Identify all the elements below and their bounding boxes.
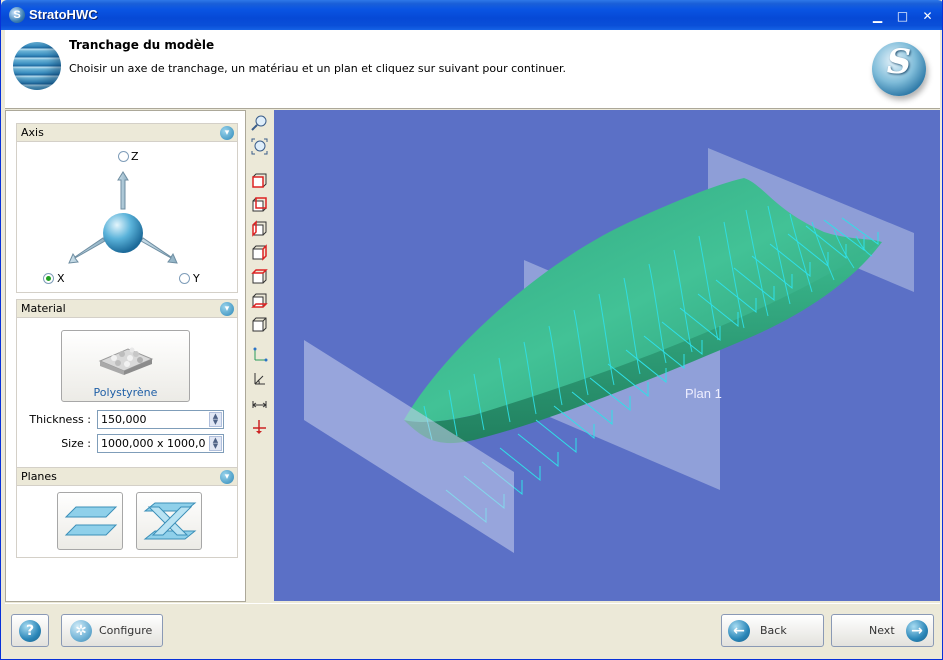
slicing-sphere-icon <box>13 42 61 90</box>
view-left-icon[interactable] <box>251 220 268 237</box>
planes-group-body <box>16 486 238 558</box>
back-button[interactable]: ← Back <box>721 614 824 647</box>
view-back-icon[interactable] <box>251 196 268 213</box>
arrow-right-icon: → <box>906 620 928 642</box>
close-button[interactable]: ✕ <box>917 6 938 27</box>
material-group-header[interactable]: Material ▾ <box>16 299 238 318</box>
material-name: Polystyrène <box>93 386 158 399</box>
zoom-fit-icon[interactable] <box>251 138 268 155</box>
hull-model <box>304 148 914 553</box>
arrow-left-icon: ← <box>728 620 750 642</box>
view-top-icon[interactable] <box>251 268 268 285</box>
page-title: Tranchage du modèle <box>69 38 215 52</box>
axis-x-radio[interactable] <box>43 273 54 284</box>
app-icon: S <box>9 7 25 23</box>
axis-y-radio[interactable] <box>179 273 190 284</box>
model-viewport[interactable]: Plan 1 <box>274 110 940 601</box>
rotate-axis-icon[interactable] <box>251 370 268 387</box>
wizard-header: Tranchage du modèle Choisir un axe de tr… <box>5 30 940 109</box>
size-label: Size : <box>61 437 91 450</box>
parallel-planes-button[interactable] <box>57 492 123 550</box>
crossed-planes-icon <box>143 502 197 540</box>
strato-logo-icon: S <box>872 42 926 96</box>
material-group-body: Polystyrène Thickness : 150,000 ▲ ▼ Size … <box>16 318 238 468</box>
thickness-stepper[interactable]: 150,000 ▲ ▼ <box>97 410 224 429</box>
planes-group-header[interactable]: Planes ▾ <box>16 467 238 486</box>
view-right-icon[interactable] <box>251 244 268 261</box>
configure-label: Configure <box>99 624 153 637</box>
logo-letter: S <box>886 42 912 82</box>
size-value: 1000,000 x 1000,0 <box>101 437 206 450</box>
spin-arrows-icon[interactable]: ▲ ▼ <box>209 436 222 451</box>
thickness-value: 150,000 <box>101 413 147 426</box>
thickness-label: Thickness : <box>29 413 91 426</box>
spin-arrows-icon[interactable]: ▲ ▼ <box>209 412 222 427</box>
configure-button[interactable]: ✲ Configure <box>61 614 163 647</box>
help-icon: ? <box>19 620 41 642</box>
view-front-icon[interactable] <box>251 172 268 189</box>
axis-y-label: Y <box>193 272 200 285</box>
maximize-button[interactable]: □ <box>892 6 913 27</box>
reset-axis-icon[interactable] <box>251 418 268 435</box>
material-button[interactable]: Polystyrène <box>61 330 190 402</box>
window-title: StratoHWC <box>29 7 98 22</box>
measure-icon[interactable] <box>251 394 268 411</box>
material-group-title: Material <box>21 302 66 315</box>
back-label: Back <box>760 624 787 637</box>
next-label: Next <box>869 624 895 637</box>
chevron-down-icon[interactable]: ▾ <box>220 470 234 484</box>
gear-icon: ✲ <box>70 620 92 642</box>
axis-icon[interactable] <box>251 346 268 363</box>
view-iso-icon[interactable] <box>251 316 268 333</box>
view-toolbar <box>246 110 273 602</box>
axis-gizmo-icon <box>68 171 178 264</box>
chevron-down-icon[interactable]: ▾ <box>220 302 234 316</box>
polystyrene-icon <box>98 347 154 375</box>
zoom-icon[interactable] <box>251 114 268 131</box>
help-button[interactable]: ? <box>11 614 49 647</box>
page-description: Choisir un axe de tranchage, un matériau… <box>69 62 566 75</box>
axis-group-title: Axis <box>21 126 44 139</box>
plane-label: Plan 1 <box>685 386 722 401</box>
options-panel: Axis ▾ Z X Y Material ▾ Polystyrène Thic… <box>5 110 246 602</box>
axis-group-header[interactable]: Axis ▾ <box>16 123 238 142</box>
size-stepper[interactable]: 1000,000 x 1000,0 ▲ ▼ <box>97 434 224 453</box>
minimize-button[interactable]: ▁ <box>867 6 888 27</box>
planes-group-title: Planes <box>21 470 57 483</box>
parallel-planes-icon <box>64 506 118 536</box>
crossed-planes-button[interactable] <box>136 492 202 550</box>
axis-x-label: X <box>57 272 65 285</box>
axis-group-body: Z X Y <box>16 142 238 293</box>
title-bar[interactable]: S StratoHWC ▁ □ ✕ <box>1 0 942 30</box>
chevron-down-icon[interactable]: ▾ <box>220 126 234 140</box>
next-button[interactable]: Next → <box>831 614 934 647</box>
view-bottom-icon[interactable] <box>251 292 268 309</box>
app-window: S StratoHWC ▁ □ ✕ Tranchage du modèle Ch… <box>0 0 943 660</box>
wizard-footer: ? ✲ Configure ← Back Next → <box>5 603 940 657</box>
